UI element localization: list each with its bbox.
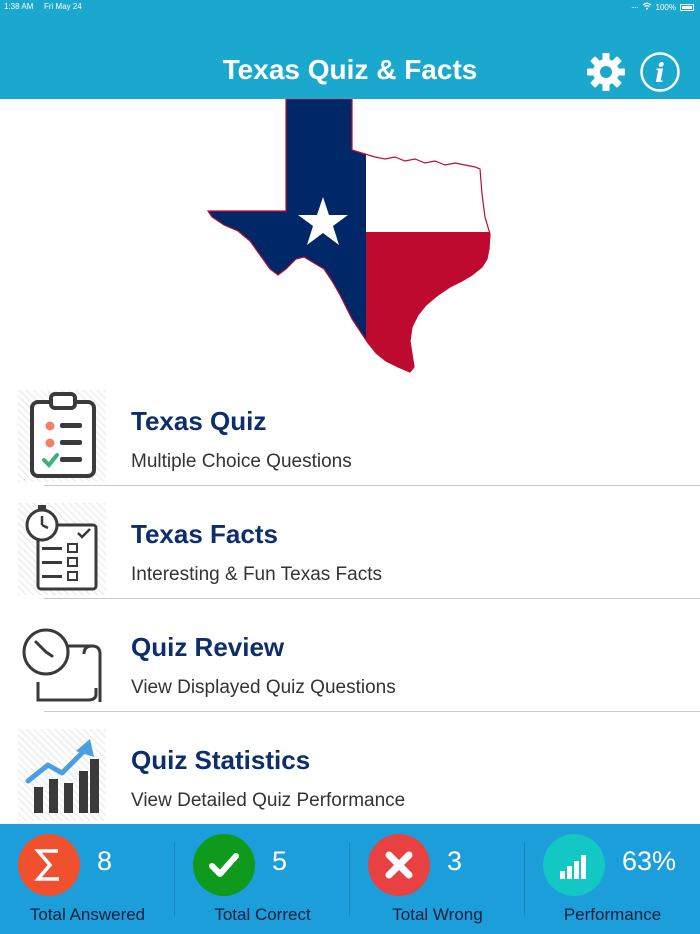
menu-item-title: Texas Quiz: [131, 406, 267, 436]
stat-caption: Total Answered: [29, 905, 146, 924]
stat-caption: Total Wrong: [392, 905, 483, 924]
x-icon: [368, 834, 430, 896]
stat-caption: Total Correct: [214, 905, 311, 924]
menu-item-title: Quiz Review: [131, 632, 285, 662]
menu-item-subtitle: View Detailed Quiz Performance: [131, 790, 406, 811]
stat-performance[interactable]: 63% Performance: [525, 824, 700, 934]
divider: [44, 485, 700, 486]
wifi-icon: [642, 2, 652, 12]
status-right: ···· 100%: [631, 2, 694, 12]
stat-value: 5: [272, 846, 288, 876]
battery-percent: 100%: [655, 2, 676, 12]
stat-total-correct[interactable]: 5 Total Correct: [175, 824, 350, 934]
stat-total-wrong[interactable]: 3 Total Wrong: [350, 824, 525, 934]
info-button[interactable]: i: [638, 52, 682, 92]
clipboard-checklist-icon: [18, 390, 106, 482]
growth-chart-icon: [18, 729, 106, 821]
menu-item-subtitle: Multiple Choice Questions: [131, 451, 352, 472]
status-bar: 1:38 AM Fri May 24 ···· 100%: [0, 2, 700, 14]
battery-icon: [680, 3, 694, 11]
divider: [44, 711, 700, 712]
checkmark-icon: [193, 834, 255, 896]
status-time: 1:38 AM: [4, 2, 34, 11]
stat-value: 63%: [622, 846, 677, 876]
info-icon: i: [640, 52, 680, 92]
bar-chart-icon: [543, 834, 605, 896]
menu-item-quiz-statistics[interactable]: Quiz Statistics View Detailed Quiz Perfo…: [0, 715, 700, 828]
menu-item-title: Quiz Statistics: [131, 745, 311, 775]
stopwatch-checklist-icon: [18, 503, 106, 595]
settings-button[interactable]: [584, 52, 628, 92]
main-menu: Texas Quiz Multiple Choice Questions Tex…: [0, 376, 700, 828]
menu-item-subtitle: View Displayed Quiz Questions: [131, 677, 396, 698]
gear-icon: [587, 53, 625, 91]
texas-flag-map: [200, 98, 500, 374]
app-header: 1:38 AM Fri May 24 ···· 100% Texas Quiz …: [0, 0, 700, 99]
status-date: Fri May 24: [44, 2, 82, 11]
clock-scroll-icon: [18, 616, 106, 708]
menu-item-subtitle: Interesting & Fun Texas Facts: [131, 564, 382, 585]
stat-caption: Performance: [563, 905, 662, 924]
menu-item-quiz-review[interactable]: Quiz Review View Displayed Quiz Question…: [0, 602, 700, 715]
stats-bar: 8 Total Answered 5 Total Correct 3 Total…: [0, 824, 700, 934]
menu-item-title: Texas Facts: [131, 519, 278, 549]
divider: [44, 598, 700, 599]
menu-item-texas-facts[interactable]: Texas Facts Interesting & Fun Texas Fact…: [0, 489, 700, 602]
sigma-icon: [18, 834, 80, 896]
svg-text:i: i: [655, 59, 665, 89]
stat-value: 3: [447, 846, 463, 876]
signal-icon: ····: [630, 2, 639, 12]
stat-value: 8: [97, 846, 113, 876]
stat-total-answered[interactable]: 8 Total Answered: [0, 824, 175, 934]
menu-item-texas-quiz[interactable]: Texas Quiz Multiple Choice Questions: [0, 376, 700, 489]
